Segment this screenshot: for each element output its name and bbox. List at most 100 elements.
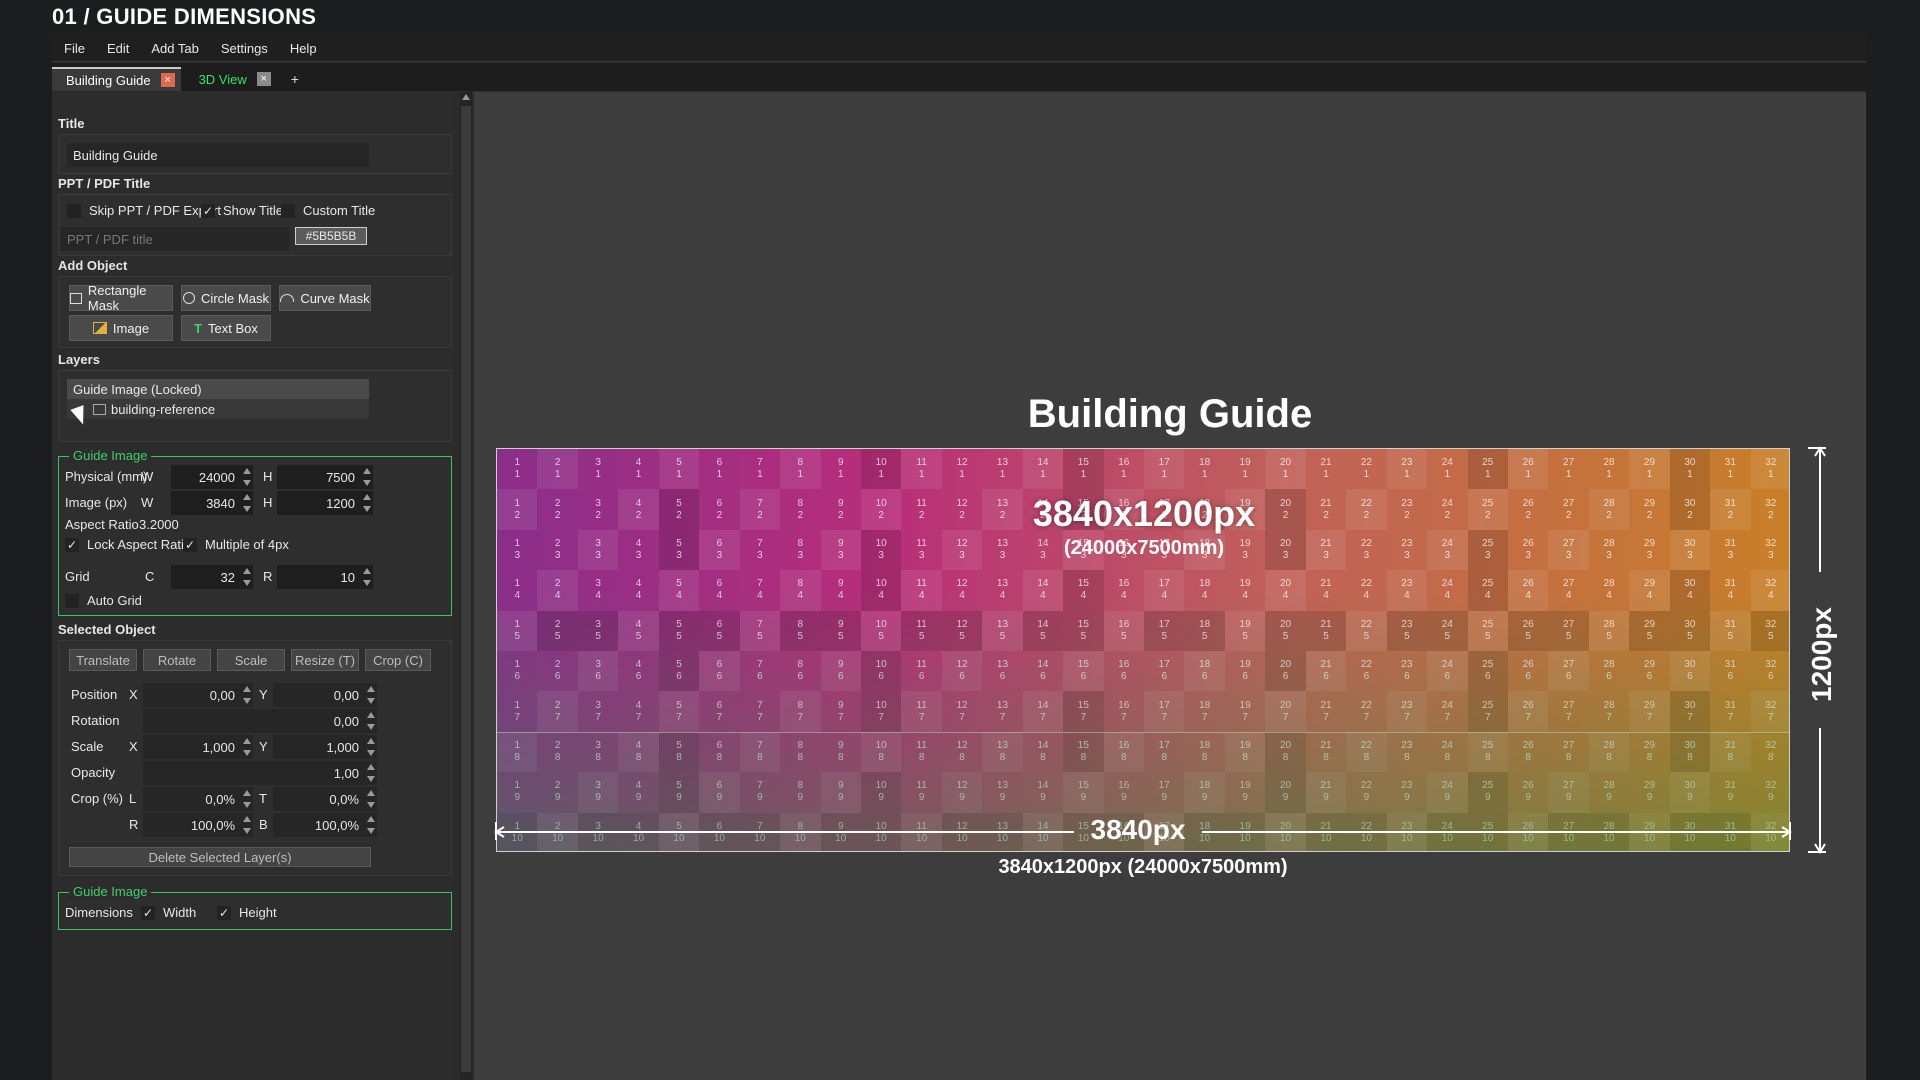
crop-t-label: T	[259, 791, 267, 806]
tab-3d-view[interactable]: 3D View ×	[185, 67, 277, 91]
scale-x-input[interactable]: 1,000	[143, 735, 253, 759]
menu-bar: File Edit Add Tab Settings Help	[52, 36, 1866, 62]
spin-icon[interactable]	[363, 468, 371, 486]
layers-heading: Layers	[58, 352, 100, 367]
spin-icon[interactable]	[243, 494, 251, 512]
menu-edit[interactable]: Edit	[107, 41, 129, 56]
spin-icon[interactable]	[243, 468, 251, 486]
scale-button[interactable]: Scale	[217, 649, 285, 671]
spin-icon[interactable]	[367, 738, 375, 756]
crop-b-label: B	[259, 817, 268, 832]
spin-icon[interactable]	[243, 816, 251, 834]
width-dim-checkbox[interactable]: ✓ Width	[141, 905, 196, 920]
tab-building-guide[interactable]: Building Guide ×	[52, 67, 181, 91]
ppt-heading: PPT / PDF Title	[58, 176, 151, 191]
field-value: 10	[340, 569, 355, 585]
spin-icon[interactable]	[243, 686, 251, 704]
sidebar-scrollbar[interactable]	[460, 92, 472, 1080]
ppt-title-input[interactable]: PPT / PDF title	[61, 227, 289, 251]
image-px-label: Image (px)	[65, 495, 128, 510]
crop-button[interactable]: Crop (C)	[365, 649, 431, 671]
scale-y-input[interactable]: 1,000	[273, 735, 377, 759]
title-panel: Building Guide	[58, 134, 452, 174]
image-width-input[interactable]: 3840	[171, 491, 253, 515]
scroll-up-icon[interactable]	[462, 94, 470, 100]
translate-button[interactable]: Translate	[69, 649, 137, 671]
title-input[interactable]: Building Guide	[67, 143, 369, 167]
position-y-label: Y	[259, 687, 268, 702]
physical-height-input[interactable]: 7500	[277, 465, 373, 489]
image-height-input[interactable]: 1200	[277, 491, 373, 515]
field-value: 1,000	[326, 739, 359, 755]
crop-bottom-input[interactable]: 100,0%	[273, 813, 377, 837]
grid-rows-input[interactable]: 10	[277, 565, 373, 589]
position-y-input[interactable]: 0,00	[273, 683, 377, 707]
aspect-ratio-label: Aspect Ratio	[65, 517, 139, 532]
field-value: 0,00	[209, 687, 235, 703]
custom-title-label: Custom Title	[303, 203, 376, 218]
spin-icon[interactable]	[243, 568, 251, 586]
physical-width-input[interactable]: 24000	[171, 465, 253, 489]
rotate-button[interactable]: Rotate	[143, 649, 211, 671]
spin-icon[interactable]	[243, 790, 251, 808]
layer-guide-image[interactable]: Guide Image (Locked)	[67, 379, 369, 399]
add-tab-button[interactable]: +	[281, 67, 309, 91]
menu-file[interactable]: File	[64, 41, 85, 56]
check-icon: ✓	[141, 905, 155, 920]
delete-layers-button[interactable]: Delete Selected Layer(s)	[69, 847, 371, 867]
height-dim-checkbox[interactable]: ✓ Height	[217, 905, 277, 920]
guide-image-panel: Guide Image Physical (mm) W 24000 H 7500…	[58, 448, 452, 616]
checkbox-box	[67, 203, 81, 218]
check-icon: ✓	[217, 905, 231, 920]
custom-title-checkbox[interactable]: Custom Title	[281, 203, 375, 218]
spin-icon[interactable]	[367, 790, 375, 808]
layer-image-icon	[93, 404, 106, 415]
field-value: 0,0%	[329, 791, 359, 807]
rotation-input[interactable]: 0,00	[143, 709, 377, 733]
add-text-box-button[interactable]: T Text Box	[181, 315, 271, 341]
spin-icon[interactable]	[363, 568, 371, 586]
check-icon: ✓	[65, 537, 79, 552]
field-value: 24000	[198, 469, 235, 485]
ppt-panel: Skip PPT / PDF Export ✓ Show Title Custo…	[58, 194, 452, 256]
guide-dimensions-heading: Guide Image	[69, 884, 152, 899]
crop-top-input[interactable]: 0,0%	[273, 787, 377, 811]
position-x-input[interactable]: 0,00	[143, 683, 253, 707]
lock-aspect-checkbox[interactable]: ✓ Lock Aspect Ratio	[65, 537, 191, 552]
spin-icon[interactable]	[243, 738, 251, 756]
tab-close-icon[interactable]: ×	[160, 73, 175, 87]
tab-label: Building Guide	[66, 72, 151, 88]
resize-button[interactable]: Resize (T)	[291, 649, 359, 671]
layer-label: Guide Image (Locked)	[73, 381, 202, 397]
show-title-label: Show Title	[223, 203, 283, 218]
circle-mask-button[interactable]: Circle Mask	[181, 285, 271, 311]
opacity-input[interactable]: 1,00	[143, 761, 377, 785]
rectangle-mask-button[interactable]: Rectangle Mask	[69, 283, 173, 313]
tab-close-icon[interactable]: ×	[256, 72, 271, 86]
title-color-swatch[interactable]: #5B5B5B	[295, 227, 367, 245]
menu-add-tab[interactable]: Add Tab	[151, 41, 198, 56]
layer-building-reference[interactable]: building-reference	[67, 399, 369, 419]
multiple-4px-checkbox[interactable]: ✓ Multiple of 4px	[183, 537, 289, 552]
scroll-thumb[interactable]	[461, 106, 471, 1072]
crop-left-input[interactable]: 0,0%	[143, 787, 253, 811]
spin-icon[interactable]	[367, 764, 375, 782]
spin-icon[interactable]	[367, 712, 375, 730]
skip-export-checkbox[interactable]: Skip PPT / PDF Export	[67, 203, 221, 218]
auto-grid-checkbox[interactable]: Auto Grid	[65, 593, 142, 608]
add-image-button[interactable]: Image	[69, 315, 173, 341]
auto-grid-label: Auto Grid	[87, 593, 142, 608]
show-title-checkbox[interactable]: ✓ Show Title	[201, 203, 283, 218]
resolution-label: 3840x1200px	[1032, 493, 1256, 534]
grid-columns-input[interactable]: 32	[171, 565, 253, 589]
button-label: Rectangle Mask	[87, 283, 147, 313]
spin-icon[interactable]	[367, 686, 375, 704]
spin-icon[interactable]	[367, 816, 375, 834]
menu-settings[interactable]: Settings	[221, 41, 268, 56]
curve-mask-button[interactable]: Curve Mask	[279, 285, 371, 311]
crop-right-input[interactable]: 100,0%	[143, 813, 253, 837]
spin-icon[interactable]	[363, 494, 371, 512]
menu-help[interactable]: Help	[290, 41, 317, 56]
layer-label: building-reference	[111, 401, 216, 417]
canvas-area[interactable]: Building Guide 3840x1200px (24000x7500mm…	[474, 92, 1866, 1080]
